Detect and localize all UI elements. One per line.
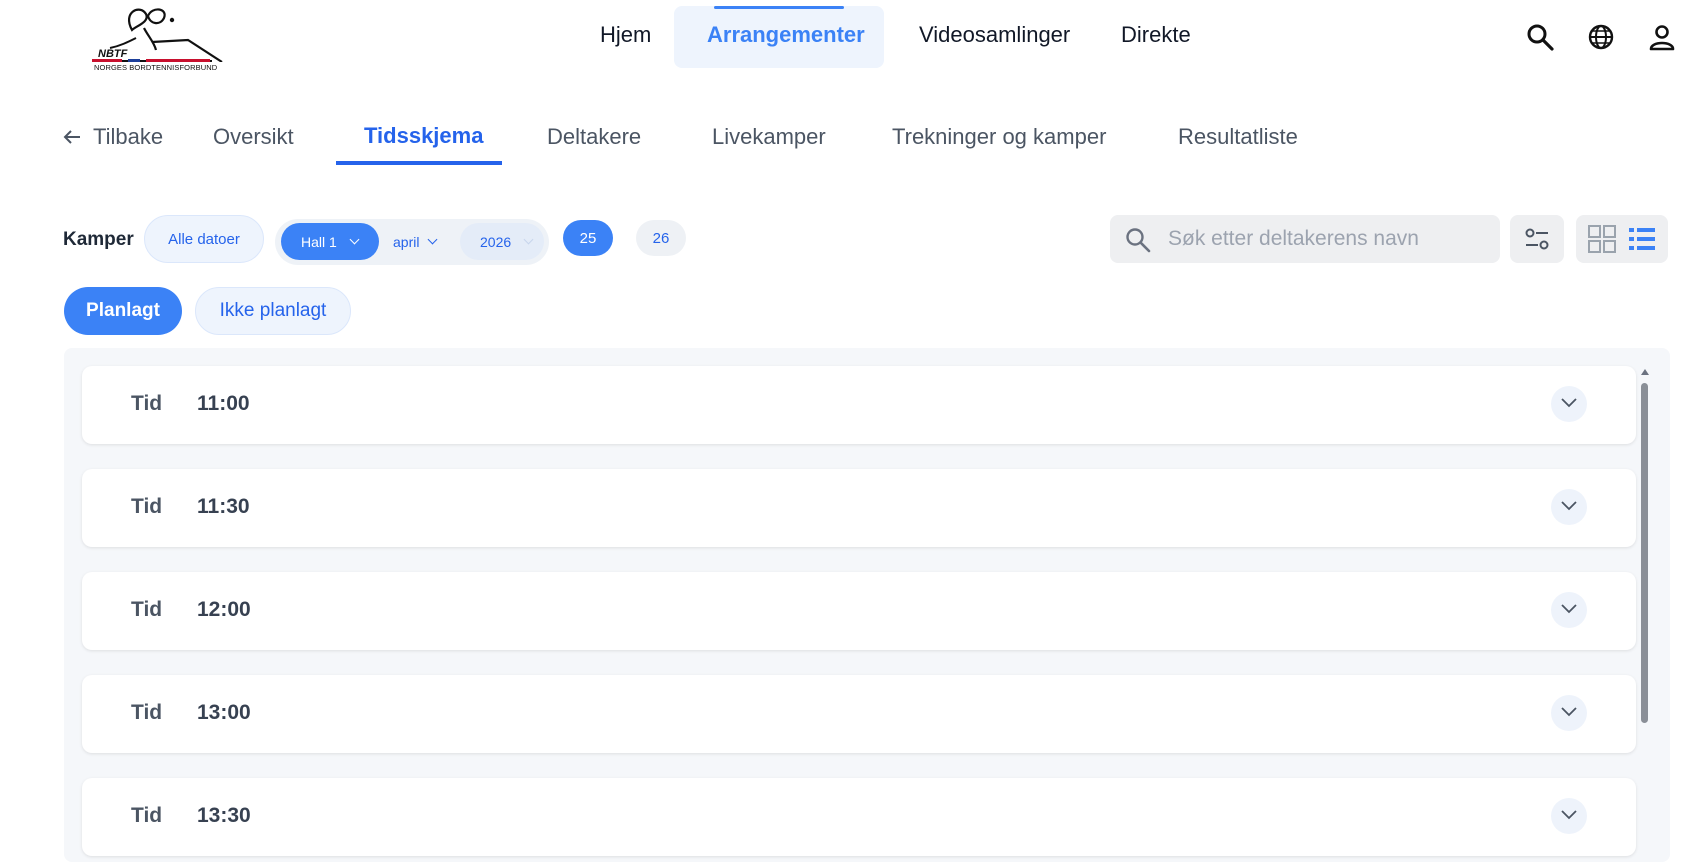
tab-resultatliste[interactable]: Resultatliste: [1178, 124, 1298, 150]
list-view-icon[interactable]: [1626, 223, 1658, 255]
time-value: 12:00: [197, 598, 251, 621]
participant-search: [1110, 215, 1500, 263]
tab-trekninger-og-kamper[interactable]: Trekninger og kamper: [892, 124, 1106, 150]
year-dropdown[interactable]: 2026: [460, 223, 544, 260]
chevron-down-icon[interactable]: [1551, 592, 1587, 628]
time-value: 13:30: [197, 804, 251, 827]
time-slot-row[interactable]: Tid 12:00: [82, 572, 1636, 650]
search-input[interactable]: [1168, 215, 1488, 263]
time-label: Tid: [131, 495, 163, 518]
time-slot-row[interactable]: Tid 13:30: [82, 778, 1636, 856]
flag-stripe-red: [92, 59, 122, 62]
user-icon[interactable]: [1647, 22, 1677, 52]
search-icon: [1124, 226, 1152, 254]
day-button-25[interactable]: 25: [563, 220, 613, 256]
schedule-list: Tid 11:00 Tid 11:30 Tid 12:00 Tid 13:00 …: [64, 348, 1670, 862]
nav-item-direkte[interactable]: Direkte: [1121, 22, 1191, 48]
back-link[interactable]: Tilbake: [93, 124, 163, 150]
nav-item-videosamlinger[interactable]: Videosamlinger: [919, 22, 1070, 48]
time-label: Tid: [131, 392, 163, 415]
chevron-down-icon[interactable]: [1551, 695, 1587, 731]
chevron-down-icon[interactable]: [1551, 798, 1587, 834]
time-value: 13:00: [197, 701, 251, 724]
back-arrow-icon[interactable]: [62, 127, 82, 147]
search-icon[interactable]: [1525, 22, 1555, 52]
site-header: NBTF NORGES BORDTENNISFORBUND Hjem Arran…: [0, 0, 1704, 80]
all-dates-button[interactable]: Alle datoer: [144, 215, 264, 263]
chevron-down-icon: [523, 234, 534, 245]
nav-active-indicator: [714, 6, 844, 9]
nav-item-hjem[interactable]: Hjem: [600, 22, 651, 48]
sliders-icon: [1525, 228, 1549, 250]
chevron-down-icon[interactable]: [1551, 489, 1587, 525]
chevron-down-icon[interactable]: [1551, 386, 1587, 422]
logo-text: NORGES BORDTENNISFORBUND: [94, 63, 218, 72]
scrollbar-thumb[interactable]: [1641, 383, 1648, 723]
tab-deltakere[interactable]: Deltakere: [547, 124, 641, 150]
tab-active-underline: [336, 161, 502, 165]
tab-oversikt[interactable]: Oversikt: [213, 124, 294, 150]
hall-dropdown[interactable]: Hall 1: [281, 223, 379, 260]
time-label: Tid: [131, 701, 163, 724]
tab-livekamper[interactable]: Livekamper: [712, 124, 826, 150]
tab-tidsskjema[interactable]: Tidsskjema: [364, 123, 483, 149]
not-planned-filter-button[interactable]: Ikke planlagt: [195, 287, 351, 335]
chevron-down-icon: [349, 234, 360, 245]
nav-item-arrangementer[interactable]: Arrangementer: [707, 22, 865, 48]
flag-stripe-red-2: [146, 59, 210, 62]
scroll-up-arrow[interactable]: [1641, 369, 1649, 375]
view-toggle: [1576, 215, 1668, 263]
event-tabs: Tilbake Oversikt Tidsskjema Deltakere Li…: [0, 112, 1704, 172]
date-selector: Hall 1 april 2026: [275, 219, 549, 265]
grid-view-icon[interactable]: [1586, 223, 1618, 255]
filter-settings-button[interactable]: [1510, 215, 1564, 263]
time-value: 11:00: [197, 392, 250, 415]
time-slot-row[interactable]: Tid 11:30: [82, 469, 1636, 547]
time-slot-row[interactable]: Tid 11:00: [82, 366, 1636, 444]
time-value: 11:30: [197, 495, 250, 518]
chevron-down-icon: [428, 234, 438, 245]
filter-bar: Kamper Alle datoer Hall 1 april 2026 25 …: [0, 210, 1704, 270]
month-dropdown[interactable]: april: [393, 223, 455, 260]
time-label: Tid: [131, 804, 163, 827]
time-label: Tid: [131, 598, 163, 621]
flag-stripe-blue: [128, 59, 140, 62]
time-slot-row[interactable]: Tid 13:00: [82, 675, 1636, 753]
year-label: 2026: [480, 233, 512, 250]
planned-filter-button[interactable]: Planlagt: [64, 287, 182, 335]
nbtf-logo[interactable]: NBTF NORGES BORDTENNISFORBUND: [92, 2, 232, 78]
globe-icon[interactable]: [1586, 22, 1616, 52]
hall-label: Hall 1: [301, 233, 337, 250]
kamper-label: Kamper: [63, 229, 134, 250]
month-label: april: [393, 233, 420, 250]
day-button-26[interactable]: 26: [636, 220, 686, 256]
